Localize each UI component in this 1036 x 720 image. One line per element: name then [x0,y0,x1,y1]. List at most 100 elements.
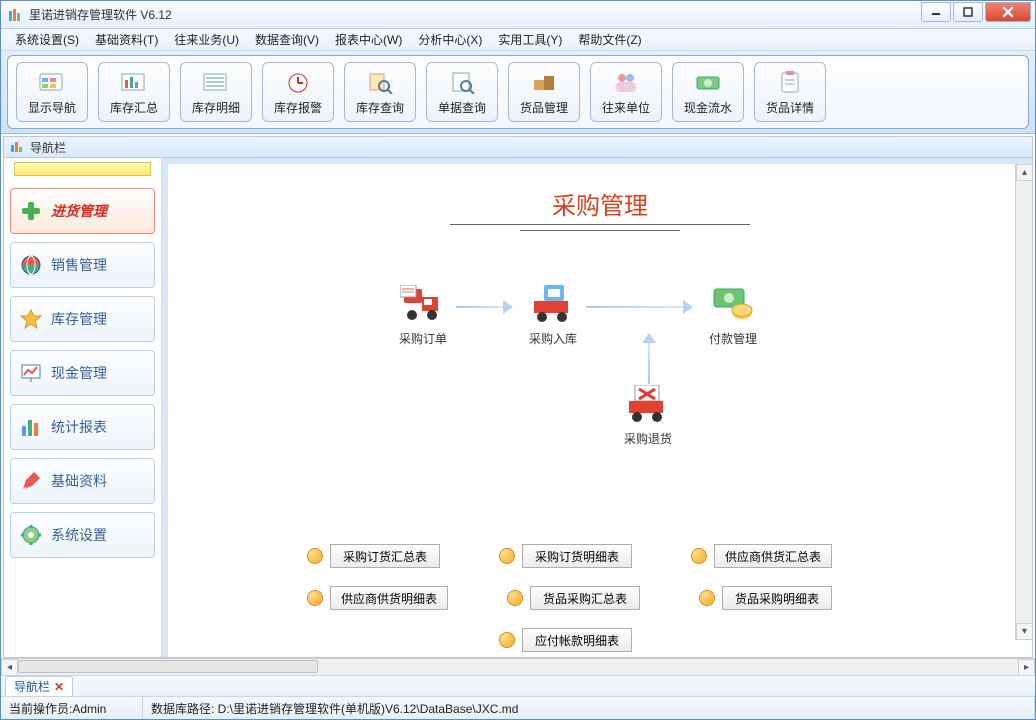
tb-label: 库存汇总 [110,99,158,116]
tb-stock-query[interactable]: 库存查询 [344,62,416,122]
goods-icon [528,69,560,95]
pencil-icon [19,469,43,493]
sidebar-item-purchase[interactable]: 进货管理 [10,188,155,234]
tab-bar: 导航栏 ✕ [1,675,1035,697]
bullet-icon [692,549,706,563]
node-purchase-order[interactable]: 采购订单 [388,284,458,347]
scroll-up-icon[interactable]: ▴ [1016,164,1032,181]
bullet-icon [500,633,514,647]
bill-icon [446,69,478,95]
sidebar-item-label: 库存管理 [51,309,107,329]
tb-cash-flow[interactable]: 现金流水 [672,62,744,122]
menu-system[interactable]: 系统设置(S) [7,29,87,50]
report-buttons: 采购订货汇总表 采购订货明细表 供应商供货汇总表 供应商供货明细表 货品采购汇总… [308,544,1012,652]
nav-title: 导航栏 [30,139,66,156]
nav-panel-header: 导航栏 [3,136,1033,158]
sidebar-item-settings[interactable]: 系统设置 [10,512,155,558]
tb-stock-sum[interactable]: 库存汇总 [98,62,170,122]
divider [520,230,680,231]
vertical-scrollbar[interactable]: ▴ ▾ [1015,164,1032,640]
node-purchase-in[interactable]: 采购入库 [518,284,588,347]
globe-icon [19,253,43,277]
tb-label: 库存查询 [356,99,404,116]
btn-payable-detail[interactable]: 应付帐款明细表 [522,628,632,652]
node-payment[interactable]: 付款管理 [698,284,768,347]
chart-icon [10,139,24,156]
btn-goods-sum[interactable]: 货品采购汇总表 [530,586,640,610]
sidebar-item-cash[interactable]: 现金管理 [10,350,155,396]
detail-icon [200,69,232,95]
sum-icon [118,69,150,95]
scroll-left-icon[interactable]: ◂ [1,659,18,676]
maximize-button[interactable] [953,2,983,22]
tab-nav[interactable]: 导航栏 ✕ [5,676,73,696]
status-dbpath: 数据库路径: D:\里诺进销存管理软件(单机版)V6.12\DataBase\J… [143,697,1035,719]
tb-goods-mgmt[interactable]: 货品管理 [508,62,580,122]
bullet-icon [500,549,514,563]
btn-order-sum[interactable]: 采购订货汇总表 [330,544,440,568]
close-button[interactable] [985,2,1031,22]
sidebar-item-label: 现金管理 [51,363,107,383]
scroll-down-icon[interactable]: ▾ [1016,623,1032,640]
tb-bill-query[interactable]: 单据查询 [426,62,498,122]
tb-label: 现金流水 [684,99,732,116]
tb-show-nav[interactable]: 显示导航 [16,62,88,122]
node-label: 付款管理 [709,332,757,346]
menu-basedata[interactable]: 基础资料(T) [87,29,166,50]
horizontal-scrollbar[interactable]: ◂ ▸ [1,658,1035,675]
status-bar: 当前操作员:Admin 数据库路径: D:\里诺进销存管理软件(单机版)V6.1… [1,697,1035,719]
search-icon [364,69,396,95]
arrow-icon [648,334,650,384]
menu-help[interactable]: 帮助文件(Z) [570,29,649,50]
nav-icon [36,69,68,95]
btn-supplier-sum[interactable]: 供应商供货汇总表 [714,544,832,568]
clipboard-icon [774,69,806,95]
sidebar-item-label: 系统设置 [51,525,107,545]
status-operator: 当前操作员:Admin [1,697,143,719]
tb-contact-unit[interactable]: 往来单位 [590,62,662,122]
titlebar: 里诺进销存管理软件 V6.12 [1,1,1035,29]
btn-supplier-detail[interactable]: 供应商供货明细表 [330,586,448,610]
plus-icon [19,199,43,223]
sidebar-strip [14,162,151,176]
sidebar-item-stock[interactable]: 库存管理 [10,296,155,342]
app-icon [7,7,23,23]
tb-label: 库存明细 [192,99,240,116]
truck-icon [399,284,447,324]
presentation-icon [19,361,43,385]
menu-analysis[interactable]: 分析中心(X) [410,29,490,50]
return-truck-icon [624,384,672,424]
tb-goods-detail[interactable]: 货品详情 [754,62,826,122]
tb-label: 库存报警 [274,99,322,116]
btn-order-detail[interactable]: 采购订货明细表 [522,544,632,568]
node-label: 采购入库 [529,332,577,346]
page-title: 采购管理 [552,186,648,221]
bullet-icon [308,591,322,605]
node-purchase-return[interactable]: 采购退货 [613,384,683,447]
tb-label: 显示导航 [28,99,76,116]
tb-stock-detail[interactable]: 库存明细 [180,62,252,122]
tb-label: 货品详情 [766,99,814,116]
close-icon[interactable]: ✕ [54,680,64,694]
menu-business[interactable]: 往来业务(U) [166,29,247,50]
sidebar-item-sales[interactable]: 销售管理 [10,242,155,288]
menu-query[interactable]: 数据查询(V) [247,29,327,50]
minimize-button[interactable] [921,2,951,22]
sidebar-item-label: 基础资料 [51,471,107,491]
scroll-thumb[interactable] [18,660,318,673]
menu-report[interactable]: 报表中心(W) [327,29,410,50]
cash-icon [692,69,724,95]
tb-stock-alarm[interactable]: 库存报警 [262,62,334,122]
btn-goods-detail[interactable]: 货品采购明细表 [722,586,832,610]
bullet-icon [308,549,322,563]
bullet-icon [508,591,522,605]
star-icon [19,307,43,331]
menu-tools[interactable]: 实用工具(Y) [490,29,570,50]
alarm-icon [282,69,314,95]
sidebar-item-report[interactable]: 统计报表 [10,404,155,450]
scroll-right-icon[interactable]: ▸ [1018,659,1035,676]
sidebar-item-basedata[interactable]: 基础资料 [10,458,155,504]
people-icon [610,69,642,95]
sidebar-item-label: 销售管理 [51,255,107,275]
main-content: 采购管理 采购订单 采购入库 [162,158,1032,657]
